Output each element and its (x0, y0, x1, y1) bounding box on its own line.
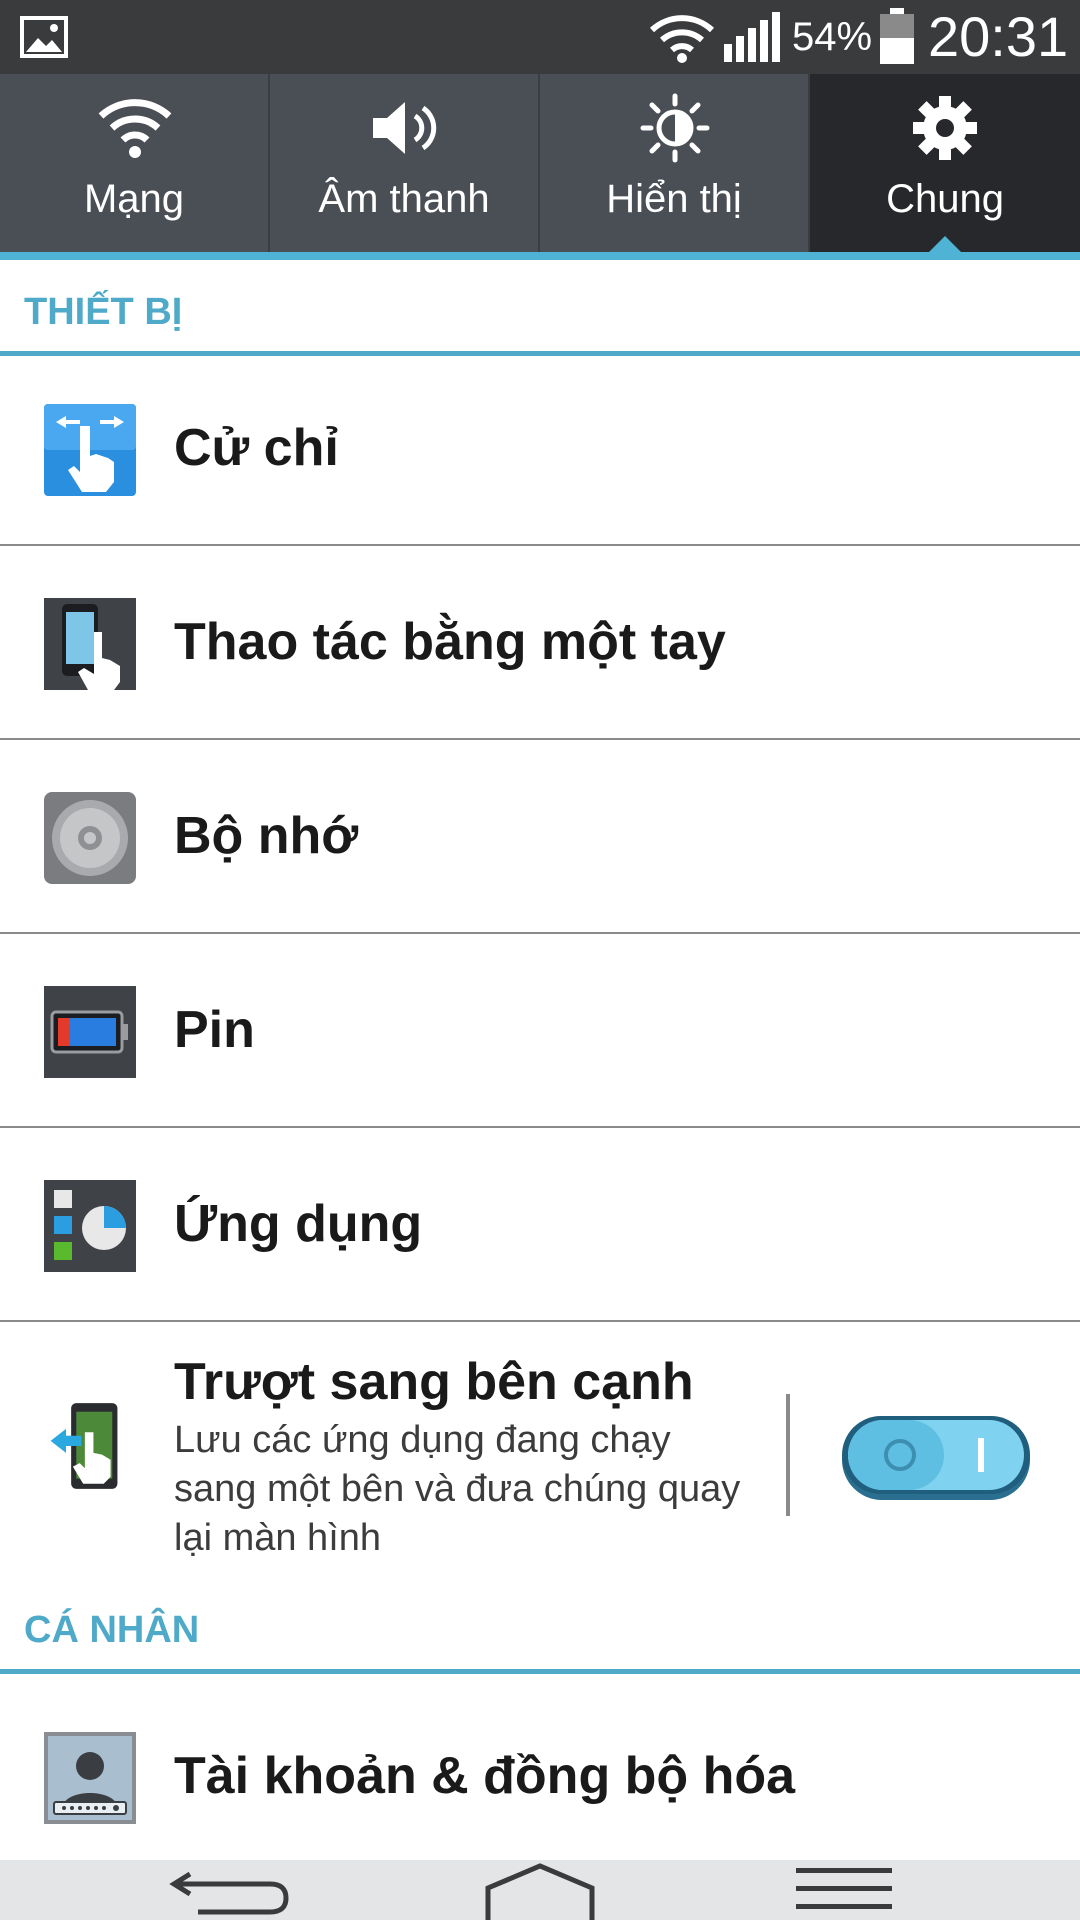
gesture-icon (44, 404, 136, 496)
status-bar: 54% 20:31 (0, 0, 1080, 74)
section-header-personal: CÁ NHÂN (0, 1578, 1080, 1674)
signal-icon (724, 12, 780, 62)
gear-icon (913, 96, 977, 160)
list-item-title: Pin (174, 1001, 255, 1059)
tab-display[interactable]: Hiển thị (540, 74, 810, 252)
back-icon[interactable] (158, 1860, 318, 1920)
list-item-title: Ứng dụng (174, 1195, 423, 1253)
list-item-slide-aside[interactable]: Trượt sang bên cạnh Lưu các ứng dụng đan… (0, 1322, 1080, 1572)
tab-display-label: Hiển thị (606, 177, 742, 221)
slide-aside-icon (50, 1403, 118, 1489)
list-item-gestures[interactable]: Cử chỉ (0, 352, 1080, 546)
list-item-title: Bộ nhớ (174, 807, 359, 865)
brightness-icon (640, 93, 710, 163)
navigation-bar (0, 1860, 1080, 1920)
gallery-icon (20, 16, 68, 58)
tab-sound[interactable]: Âm thanh (270, 74, 540, 252)
wifi-icon (649, 15, 715, 63)
settings-tabs: Mạng Âm thanh Hiển thị Chung (0, 74, 1080, 252)
section-title-personal: CÁ NHÂN (24, 1609, 200, 1651)
speaker-icon (373, 102, 437, 154)
list-item-storage[interactable]: Bộ nhớ (0, 740, 1080, 934)
home-icon[interactable] (460, 1860, 620, 1920)
clock: 20:31 (928, 5, 1069, 68)
list-item-title: Thao tác bằng một tay (174, 613, 726, 671)
section-header-device: THIẾT BỊ (0, 260, 1080, 356)
list-item-title: Cử chỉ (174, 419, 339, 477)
list-item-title: Trượt sang bên cạnh (174, 1353, 694, 1411)
tab-sound-label: Âm thanh (318, 177, 490, 221)
battery-icon (44, 986, 136, 1078)
list-item-one-hand[interactable]: Thao tác bằng một tay (0, 546, 1080, 740)
wifi-icon (98, 99, 172, 158)
apps-icon (44, 1180, 136, 1272)
tab-underline (0, 252, 1080, 260)
tab-network-label: Mạng (83, 177, 185, 221)
list-item-subtitle: Lưu các ứng dụng đang chạy sang một bên … (174, 1419, 741, 1559)
battery-icon (880, 8, 914, 64)
list-item-apps[interactable]: Ứng dụng (0, 1128, 1080, 1322)
active-tab-pointer (929, 236, 961, 252)
storage-icon (44, 792, 136, 884)
slide-aside-toggle[interactable] (838, 1410, 1034, 1506)
tab-general-label: Chung (886, 177, 1004, 221)
menu-icon[interactable] (764, 1860, 924, 1920)
one-hand-icon (44, 598, 136, 690)
tab-network[interactable]: Mạng (0, 74, 270, 252)
list-item-title: Tài khoản & đồng bộ hóa (174, 1747, 796, 1805)
account-icon (44, 1732, 136, 1824)
vertical-divider (786, 1394, 790, 1516)
list-item-battery[interactable]: Pin (0, 934, 1080, 1128)
battery-percent: 54% (792, 15, 873, 59)
section-rule (0, 1669, 1080, 1674)
tab-general[interactable]: Chung (810, 74, 1080, 252)
section-title-device: THIẾT BỊ (24, 291, 183, 333)
list-item-accounts-sync[interactable]: Tài khoản & đồng bộ hóa (0, 1680, 1080, 1874)
